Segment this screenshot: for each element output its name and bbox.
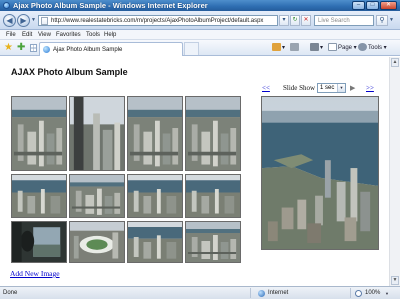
close-button[interactable]: ✕ xyxy=(380,1,397,10)
thumbnail[interactable] xyxy=(11,221,67,263)
scroll-up-icon[interactable]: ▲ xyxy=(391,58,399,67)
tools-menu-button[interactable]: Tools ▾ xyxy=(358,43,387,53)
security-zone: Internet xyxy=(268,290,289,296)
tools-menu-label: Tools ▾ xyxy=(368,45,387,51)
slideshow-label: Slide Show xyxy=(283,84,316,92)
harbor-view-photo xyxy=(128,175,182,217)
menu-help[interactable]: Help xyxy=(104,31,116,39)
page-content: AJAX Photo Album Sample << Slide Show 1 … xyxy=(0,57,389,286)
internet-explorer-icon xyxy=(3,2,10,9)
stop-icon[interactable]: ✕ xyxy=(301,15,311,26)
thumbnail[interactable] xyxy=(69,174,125,218)
thumbnail[interactable] xyxy=(127,174,183,218)
chevron-down-icon: ▼ xyxy=(337,84,345,92)
menu-favorites[interactable]: Favorites xyxy=(56,31,81,39)
next-image-link[interactable]: >> xyxy=(366,84,374,93)
thumbnail[interactable] xyxy=(69,96,125,171)
aerial-city-photo xyxy=(186,222,240,262)
add-favorites-icon[interactable]: ✚ xyxy=(17,42,25,53)
address-field[interactable]: http://www.realestatebricks.com/m/projec… xyxy=(38,15,278,26)
tab-bar: ★ ✚ Ajax Photo Album Sample ▾ ▾ Page ▾ T… xyxy=(0,40,400,56)
page-title: AJAX Photo Album Sample xyxy=(11,67,128,77)
address-url[interactable]: http://www.realestatebricks.com/m/projec… xyxy=(51,17,263,25)
search-input[interactable]: Live Search xyxy=(314,15,374,26)
page-menu-icon xyxy=(328,43,337,52)
tower-view-photo xyxy=(70,97,124,170)
print-button[interactable]: ▾ xyxy=(310,43,323,53)
scroll-down-icon[interactable]: ▼ xyxy=(391,276,399,285)
back-button[interactable]: ◀ xyxy=(3,14,16,27)
thumbnail[interactable] xyxy=(185,174,241,218)
play-icon[interactable]: ▶ xyxy=(350,84,355,93)
slideshow-preview-image[interactable] xyxy=(261,96,379,250)
page-menu-button[interactable]: Page ▾ xyxy=(328,43,357,53)
address-toolbar: ◀ ▶ ▼ http://www.realestatebricks.com/m/… xyxy=(0,11,400,30)
menu-edit[interactable]: Edit xyxy=(22,31,32,39)
vertical-scrollbar[interactable]: ▲ ▼ xyxy=(389,57,400,286)
thumbnail[interactable] xyxy=(127,221,183,263)
menu-tools[interactable]: Tools xyxy=(86,31,100,39)
window-title-bar: Ajax Photo Album Sample - Windows Intern… xyxy=(0,0,400,11)
slideshow-controls: << Slide Show 1 sec ▼ ▶ >> xyxy=(262,83,382,95)
zoom-level[interactable]: 100% xyxy=(365,289,380,297)
thumbnail[interactable] xyxy=(69,221,125,263)
search-options-dropdown-icon[interactable]: ▼ xyxy=(389,17,394,23)
thumbnail[interactable] xyxy=(185,221,241,263)
refresh-icon[interactable]: ↻ xyxy=(290,15,300,26)
zoom-dropdown-icon[interactable]: ▼ xyxy=(385,290,389,297)
address-dropdown-icon[interactable]: ▾ xyxy=(279,15,289,26)
stadium-view-photo xyxy=(70,222,124,262)
thumbnail[interactable] xyxy=(11,96,67,171)
page-icon xyxy=(41,17,48,25)
zoom-icon[interactable] xyxy=(355,290,362,297)
status-text: Done xyxy=(3,290,18,296)
home-button[interactable]: ▾ xyxy=(272,43,285,53)
home-icon xyxy=(272,43,281,52)
feeds-button[interactable] xyxy=(290,43,300,53)
aerial-city-photo xyxy=(186,97,240,170)
search-icon[interactable]: ⚲ xyxy=(376,15,388,26)
tab-ajax-photo-album[interactable]: Ajax Photo Album Sample xyxy=(39,42,183,56)
recent-pages-dropdown-icon[interactable]: ▼ xyxy=(31,17,36,23)
add-new-image-link[interactable]: Add New Image xyxy=(10,269,60,278)
harbor-view-photo xyxy=(128,222,182,262)
print-icon xyxy=(310,43,319,52)
status-divider xyxy=(250,288,251,298)
aerial-city-photo xyxy=(70,175,124,217)
window-silhouette-photo xyxy=(12,222,66,262)
menu-file[interactable]: File xyxy=(6,31,16,39)
thumbnail[interactable] xyxy=(127,96,183,171)
internet-zone-icon xyxy=(258,290,265,297)
tab-label: Ajax Photo Album Sample xyxy=(53,47,123,53)
status-divider xyxy=(350,288,351,298)
forward-button[interactable]: ▶ xyxy=(17,14,30,27)
thumbnail[interactable] xyxy=(185,96,241,171)
slideshow-interval-select[interactable]: 1 sec ▼ xyxy=(317,83,346,93)
search-placeholder: Live Search xyxy=(318,18,350,24)
harbor-view-photo xyxy=(186,175,240,217)
feeds-icon xyxy=(290,43,299,52)
thumbnail[interactable] xyxy=(11,174,67,218)
minimize-button[interactable]: – xyxy=(352,1,365,10)
aerial-city-photo xyxy=(12,97,66,170)
menu-bar: File Edit View Favorites Tools Help xyxy=(0,30,400,40)
thumbnail-grid xyxy=(11,96,241,263)
window-title: Ajax Photo Album Sample - Windows Intern… xyxy=(13,1,208,10)
new-tab-button[interactable] xyxy=(184,42,199,55)
page-menu-label: Page ▾ xyxy=(338,45,357,51)
harbor-view-photo xyxy=(12,175,66,217)
favorites-star-icon[interactable]: ★ xyxy=(4,42,13,53)
previous-image-link[interactable]: << xyxy=(262,84,270,93)
tab-page-icon xyxy=(43,46,50,53)
menu-view[interactable]: View xyxy=(38,31,51,39)
maximize-button[interactable]: □ xyxy=(366,1,379,10)
gear-icon xyxy=(358,43,367,52)
interval-value: 1 sec xyxy=(320,85,335,91)
status-bar: Done Internet 100% ▼ xyxy=(0,286,400,299)
quick-tabs-icon[interactable] xyxy=(30,44,37,52)
aerial-city-photo xyxy=(128,97,182,170)
